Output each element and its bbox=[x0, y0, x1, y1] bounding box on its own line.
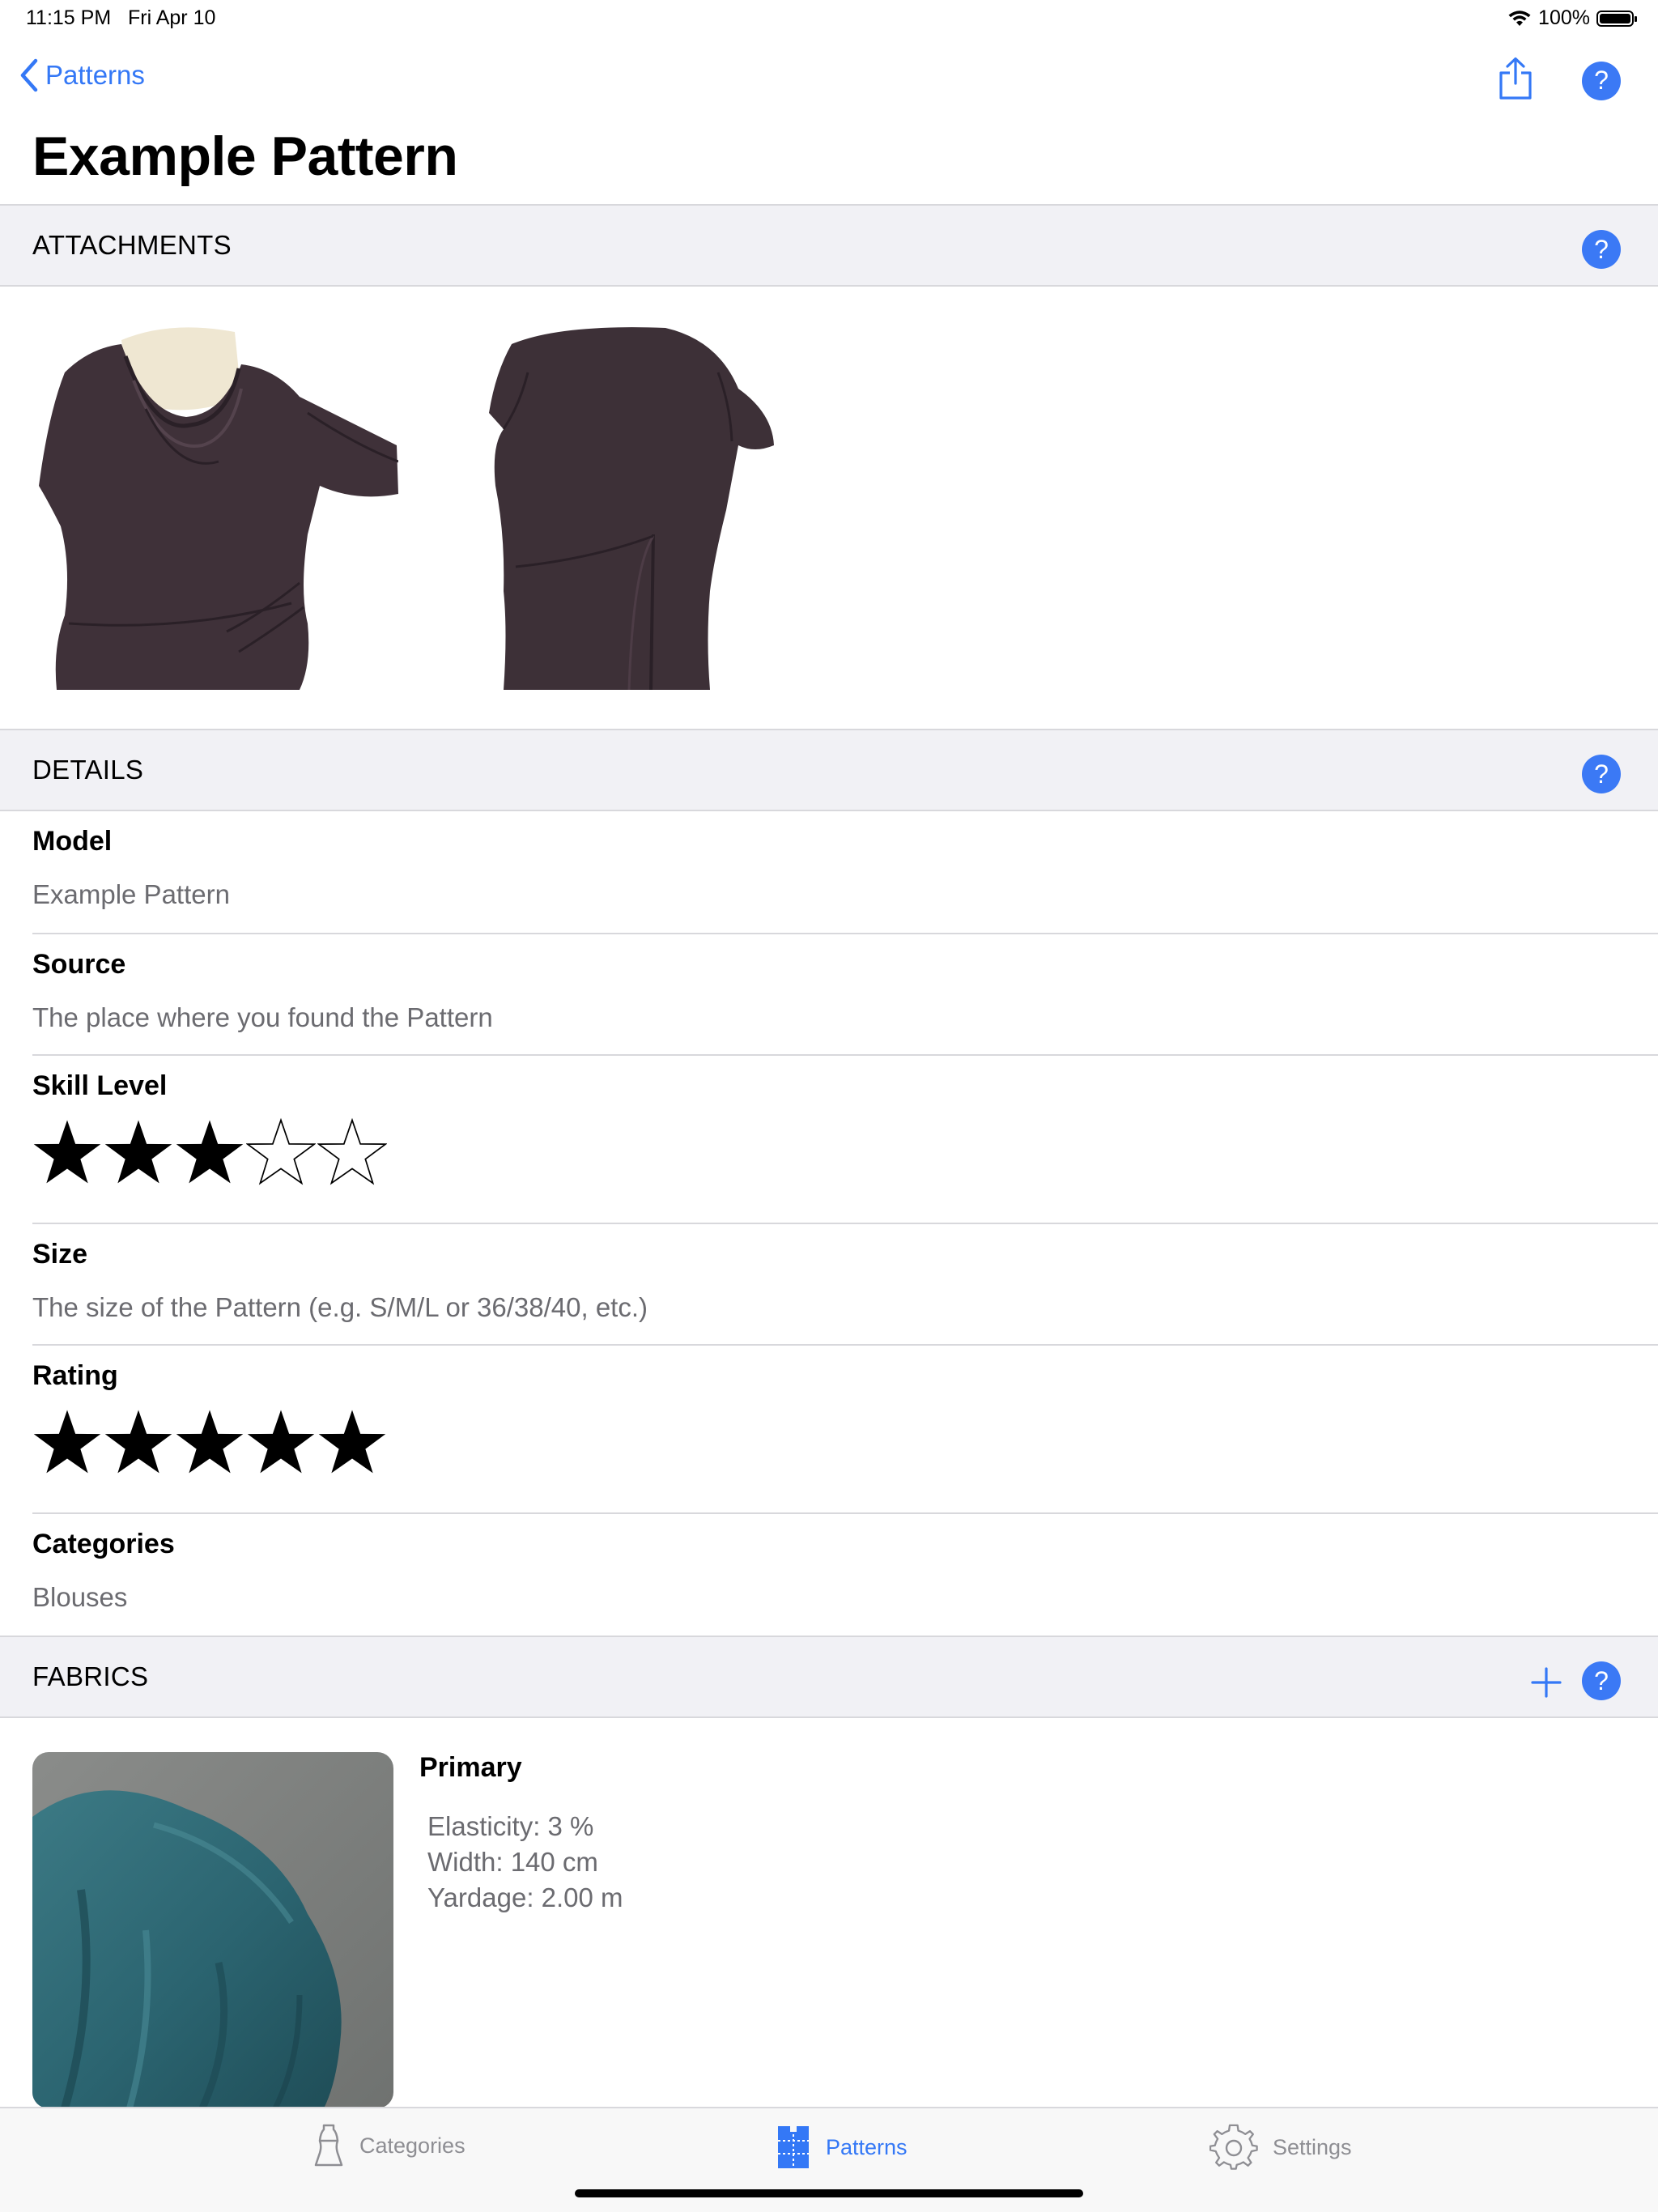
dress-form-icon bbox=[314, 2124, 343, 2167]
status-indicators: 100% bbox=[1507, 6, 1637, 30]
skill-level-label: Skill Level bbox=[32, 1070, 168, 1101]
back-button-label: Patterns bbox=[45, 60, 145, 90]
fabrics-section-header: FABRICS ? bbox=[0, 1636, 1658, 1718]
details-section-header: DETAILS ? bbox=[0, 729, 1658, 811]
fabric-yardage: Yardage: 2.00 m bbox=[427, 1882, 623, 1912]
size-row[interactable]: Size The size of the Pattern (e.g. S/M/L… bbox=[32, 1224, 1658, 1346]
dress-back-image bbox=[471, 324, 837, 690]
status-date-value: Fri Apr 10 bbox=[128, 6, 216, 29]
star-empty-icon[interactable] bbox=[246, 1117, 316, 1187]
model-value: Example Pattern bbox=[32, 879, 230, 909]
add-fabric-button[interactable] bbox=[1530, 1666, 1562, 1699]
rating-row: Rating bbox=[32, 1346, 1658, 1514]
battery-percent: 100% bbox=[1538, 6, 1590, 29]
help-icon[interactable]: ? bbox=[1582, 61, 1621, 100]
fabric-title: Primary bbox=[419, 1752, 522, 1783]
categories-row[interactable]: Categories Blouses bbox=[32, 1514, 1658, 1636]
status-time: 11:15 PM Fri Apr 10 bbox=[26, 6, 215, 30]
star-filled-icon[interactable] bbox=[104, 1407, 173, 1477]
wifi-icon bbox=[1508, 10, 1531, 26]
details-section-title: DETAILS bbox=[32, 755, 144, 785]
source-row[interactable]: Source The place where you found the Pat… bbox=[32, 934, 1658, 1056]
star-filled-icon[interactable] bbox=[32, 1117, 102, 1187]
tab-categories[interactable]: Categories bbox=[312, 2123, 466, 2168]
pattern-icon bbox=[778, 2126, 809, 2168]
tab-patterns[interactable]: Patterns bbox=[776, 2123, 908, 2172]
fabrics-section-title: FABRICS bbox=[32, 1661, 149, 1691]
fabric-elasticity: Elasticity: 3 % bbox=[427, 1811, 594, 1841]
nav-actions: ? bbox=[1498, 57, 1621, 104]
rating-stars[interactable] bbox=[32, 1407, 387, 1477]
attachments-section-header: ATTACHMENTS ? bbox=[0, 204, 1658, 287]
attachment-dress-front[interactable] bbox=[32, 324, 398, 690]
attachments-section-title: ATTACHMENTS bbox=[32, 230, 232, 260]
attachments-help-icon[interactable]: ? bbox=[1582, 230, 1621, 269]
model-row[interactable]: Model Example Pattern bbox=[32, 811, 1658, 934]
categories-value: Blouses bbox=[32, 1582, 128, 1612]
star-filled-icon[interactable] bbox=[175, 1117, 244, 1187]
star-filled-icon[interactable] bbox=[175, 1407, 244, 1477]
battery-icon bbox=[1596, 10, 1637, 27]
details-help-icon[interactable]: ? bbox=[1582, 755, 1621, 793]
share-button[interactable] bbox=[1498, 57, 1533, 104]
teal-fabric-image bbox=[32, 1752, 393, 2108]
status-time-value: 11:15 PM bbox=[26, 6, 112, 29]
chevron-left-icon bbox=[20, 58, 38, 92]
gear-icon bbox=[1209, 2124, 1258, 2170]
fabrics-help-icon[interactable]: ? bbox=[1582, 1661, 1621, 1700]
share-icon bbox=[1499, 57, 1532, 100]
dress-front-image bbox=[32, 324, 398, 690]
back-button[interactable]: Patterns bbox=[19, 58, 145, 92]
categories-label: Categories bbox=[32, 1529, 175, 1559]
skill-level-stars[interactable] bbox=[32, 1117, 387, 1187]
source-value: The place where you found the Pattern bbox=[32, 1002, 493, 1032]
tab-categories-label: Categories bbox=[359, 2133, 466, 2158]
rating-label: Rating bbox=[32, 1360, 118, 1391]
tab-settings-label: Settings bbox=[1273, 2134, 1352, 2159]
star-empty-icon[interactable] bbox=[317, 1117, 387, 1187]
star-filled-icon[interactable] bbox=[317, 1407, 387, 1477]
tab-patterns-label: Patterns bbox=[826, 2134, 908, 2159]
source-label: Source bbox=[32, 949, 126, 980]
size-label: Size bbox=[32, 1239, 88, 1270]
attachment-dress-back[interactable] bbox=[471, 324, 837, 690]
size-value: The size of the Pattern (e.g. S/M/L or 3… bbox=[32, 1292, 648, 1322]
status-bar: 11:15 PM Fri Apr 10 100% bbox=[0, 0, 1658, 37]
skill-level-row: Skill Level bbox=[32, 1056, 1658, 1224]
home-indicator bbox=[575, 2189, 1083, 2197]
star-filled-icon[interactable] bbox=[104, 1117, 173, 1187]
fabric-width: Width: 140 cm bbox=[427, 1847, 598, 1877]
fabric-swatch-image[interactable] bbox=[32, 1752, 393, 2108]
tab-settings[interactable]: Settings bbox=[1209, 2123, 1352, 2172]
pattern-detail-screen: 11:15 PM Fri Apr 10 100% Patterns ? Exam… bbox=[0, 0, 1658, 2212]
page-title: Example Pattern bbox=[32, 125, 458, 187]
model-label: Model bbox=[32, 826, 113, 857]
star-filled-icon[interactable] bbox=[32, 1407, 102, 1477]
fabric-specs: Elasticity: 3 % Width: 140 cm Yardage: 2… bbox=[427, 1809, 623, 1916]
star-filled-icon[interactable] bbox=[246, 1407, 316, 1477]
